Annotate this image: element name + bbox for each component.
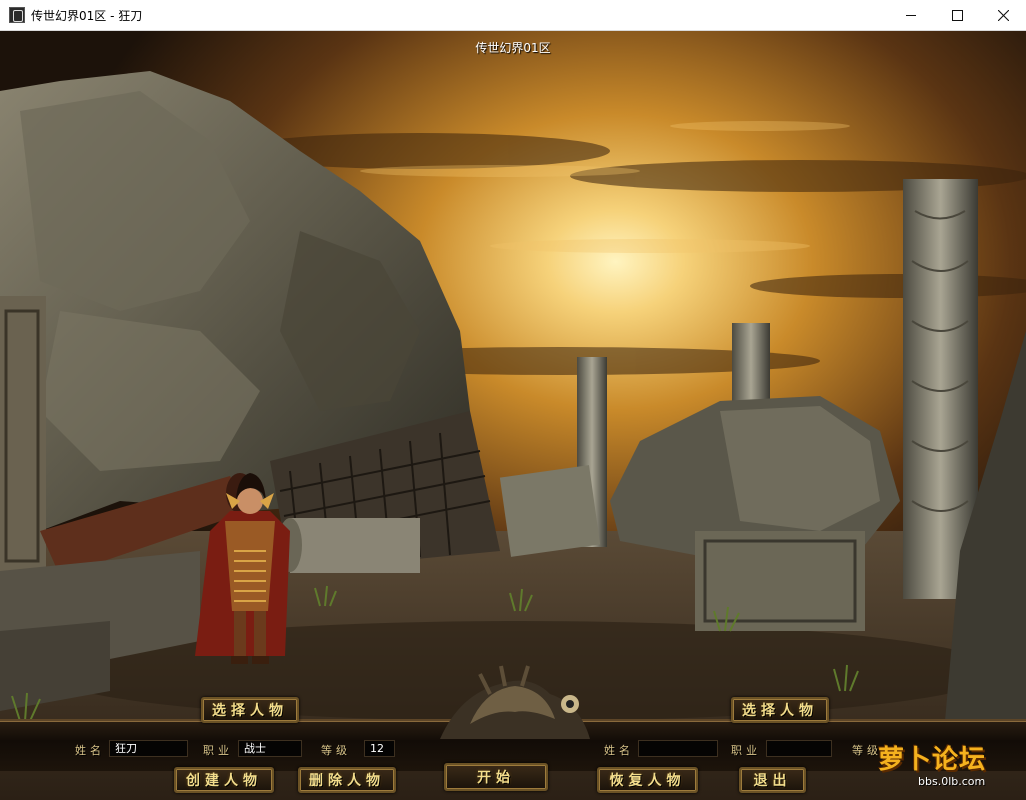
maximize-icon [951, 9, 963, 21]
job-field-left: 战士 [238, 740, 302, 757]
forum-watermark: 萝卜论坛 bbs.0lb.com [878, 737, 1018, 797]
app-icon [9, 7, 25, 23]
close-button[interactable] [980, 0, 1026, 30]
window-titlebar: 传世幻界01区 - 狂刀 [0, 0, 1026, 31]
delete-character-button[interactable]: 删除人物 [298, 767, 396, 793]
create-character-button-row[interactable]: 创建人物 [174, 767, 274, 793]
minimize-icon [906, 14, 916, 16]
name-field-left: 狂刀 [109, 740, 188, 757]
name-field-right [638, 740, 718, 757]
job-label-right: 职业 [731, 744, 761, 757]
watermark-logo-text: 萝卜论坛 [878, 745, 987, 775]
name-label-right: 姓名 [604, 744, 634, 757]
close-icon [997, 9, 1009, 21]
name-label-left: 姓名 [75, 744, 105, 757]
level-field-left: 12 [364, 740, 395, 757]
exit-button[interactable]: 退出 [739, 767, 806, 793]
job-label-left: 职业 [203, 744, 233, 757]
start-game-button[interactable]: 开始 [444, 763, 548, 791]
window-title: 传世幻界01区 - 狂刀 [31, 9, 143, 23]
minimize-button[interactable] [888, 0, 934, 30]
control-panel: 选择人物 选择人物 姓名 狂刀 职业 战士 等级 12 姓名 职业 等级 [0, 665, 1026, 771]
job-field-right [766, 740, 832, 757]
restore-character-button[interactable]: 恢复人物 [597, 767, 698, 793]
select-character-left-button[interactable]: 选择人物 [201, 697, 299, 723]
server-label: 传世幻界01区 [475, 41, 551, 55]
select-character-right-button[interactable]: 选择人物 [731, 697, 829, 723]
level-label-left: 等级 [321, 744, 351, 757]
dragon-emblem-icon [440, 665, 590, 739]
maximize-button[interactable] [934, 0, 980, 30]
watermark-url: bbs.0lb.com [918, 775, 986, 788]
